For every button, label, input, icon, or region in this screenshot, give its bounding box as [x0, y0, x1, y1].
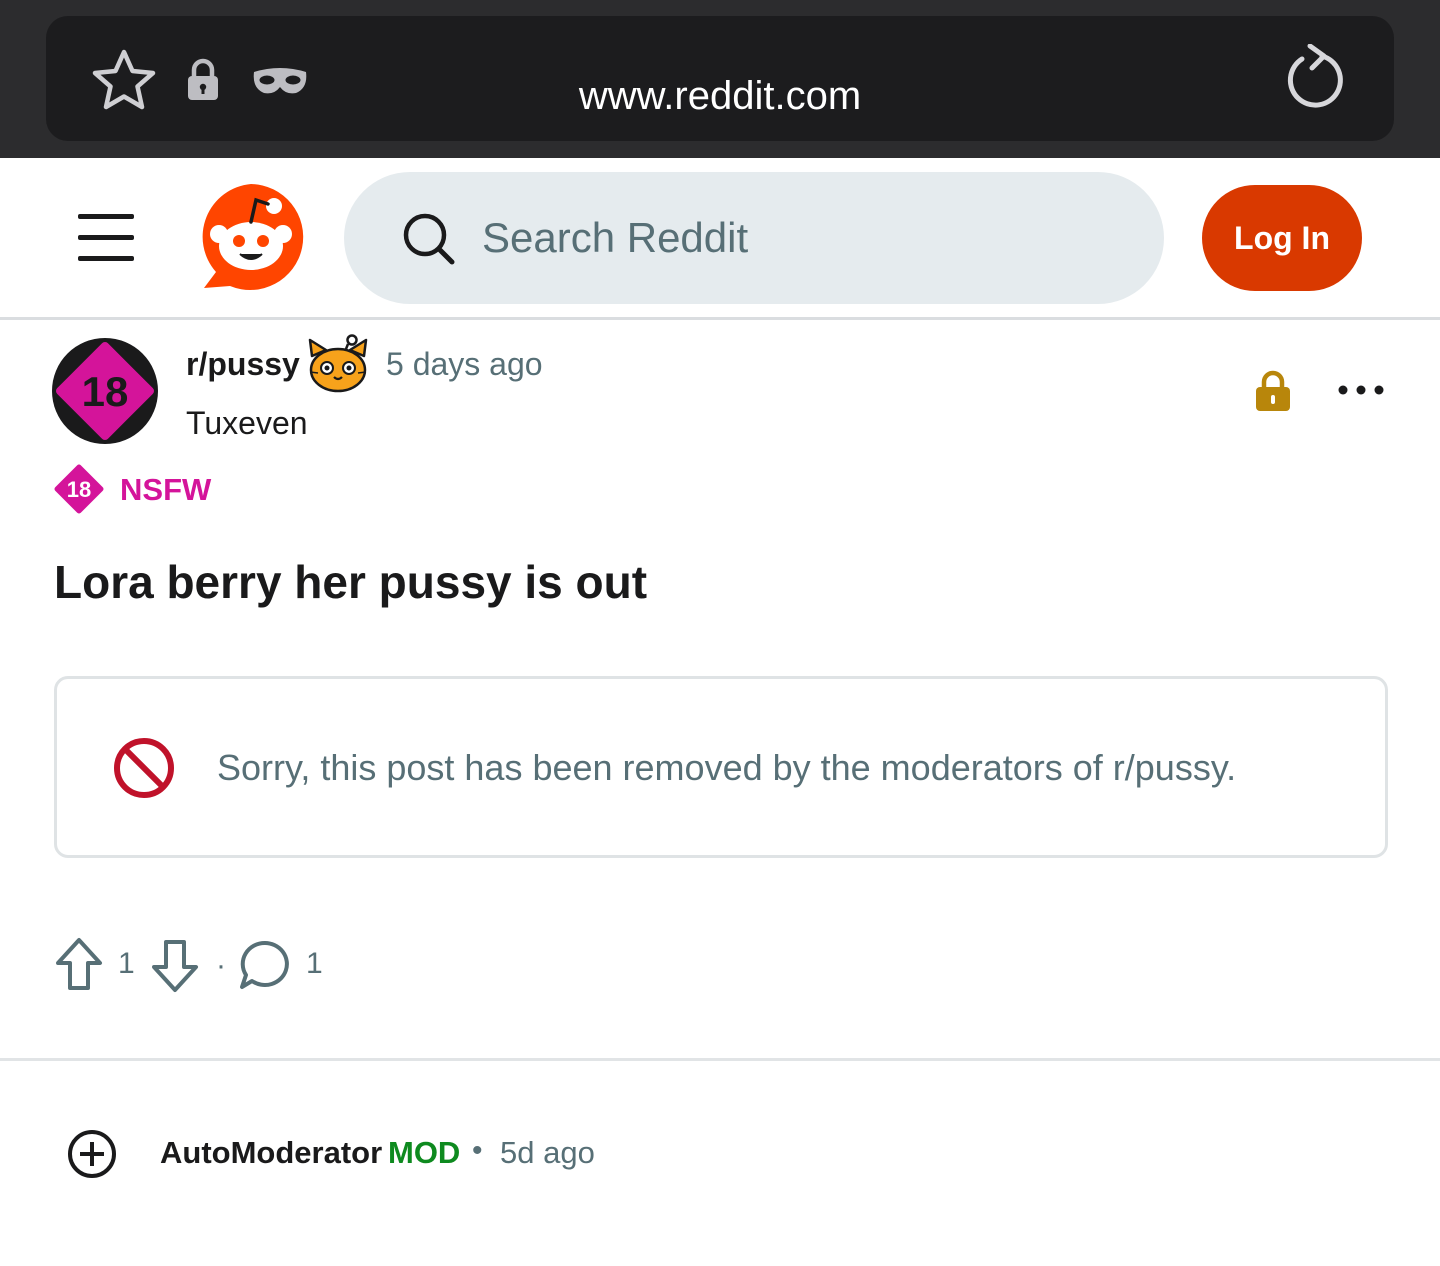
prohibited-icon: [114, 738, 174, 798]
post-time: 5 days ago: [386, 346, 543, 382]
search-icon: [403, 213, 455, 265]
post-title: Lora berry her pussy is out: [54, 556, 648, 608]
divider: [0, 1058, 1440, 1061]
cat-icon: [308, 334, 368, 393]
comment-time: 5d ago: [500, 1135, 595, 1170]
separator: ·: [216, 949, 226, 982]
nsfw-badge-text: 18: [67, 477, 91, 502]
url-text[interactable]: www.reddit.com: [46, 72, 1394, 120]
more-options-icon[interactable]: [1336, 376, 1386, 404]
address-bar[interactable]: www.reddit.com: [46, 16, 1394, 141]
removed-notice: Sorry, this post has been removed by the…: [54, 676, 1388, 858]
lock-icon: [1256, 370, 1290, 411]
browser-toolbar: www.reddit.com: [0, 0, 1440, 158]
comment-icon[interactable]: [238, 938, 292, 992]
comment-author[interactable]: AutoModerator: [160, 1134, 382, 1172]
search-input[interactable]: [482, 208, 1082, 268]
expand-plus-icon[interactable]: [66, 1128, 118, 1180]
upvote-icon[interactable]: [54, 936, 104, 992]
removed-message: Sorry, this post has been removed by the…: [217, 747, 1237, 788]
search-bar[interactable]: [344, 172, 1164, 304]
menu-icon[interactable]: [78, 214, 134, 262]
mod-badge: MOD: [388, 1135, 461, 1170]
reddit-header: Log In: [0, 158, 1440, 320]
reload-icon[interactable]: [1286, 44, 1346, 110]
vote-count: 1: [118, 947, 135, 980]
post-author[interactable]: Tuxeven: [186, 403, 308, 443]
nsfw-label: NSFW: [120, 472, 212, 507]
login-button[interactable]: Log In: [1202, 185, 1362, 291]
incognito-mask-icon[interactable]: [252, 66, 308, 96]
comment-separator: •: [472, 1134, 483, 1167]
downvote-icon[interactable]: [150, 938, 200, 994]
subreddit-avatar[interactable]: 18: [52, 338, 158, 444]
star-icon[interactable]: [92, 48, 156, 112]
comment-count[interactable]: 1: [306, 946, 323, 982]
subreddit-name[interactable]: r/pussy: [186, 344, 300, 384]
lock-icon[interactable]: [186, 58, 220, 102]
avatar-text: 18: [82, 368, 129, 415]
reddit-logo-icon[interactable]: [196, 182, 306, 292]
nsfw-icon: 18: [54, 464, 104, 514]
